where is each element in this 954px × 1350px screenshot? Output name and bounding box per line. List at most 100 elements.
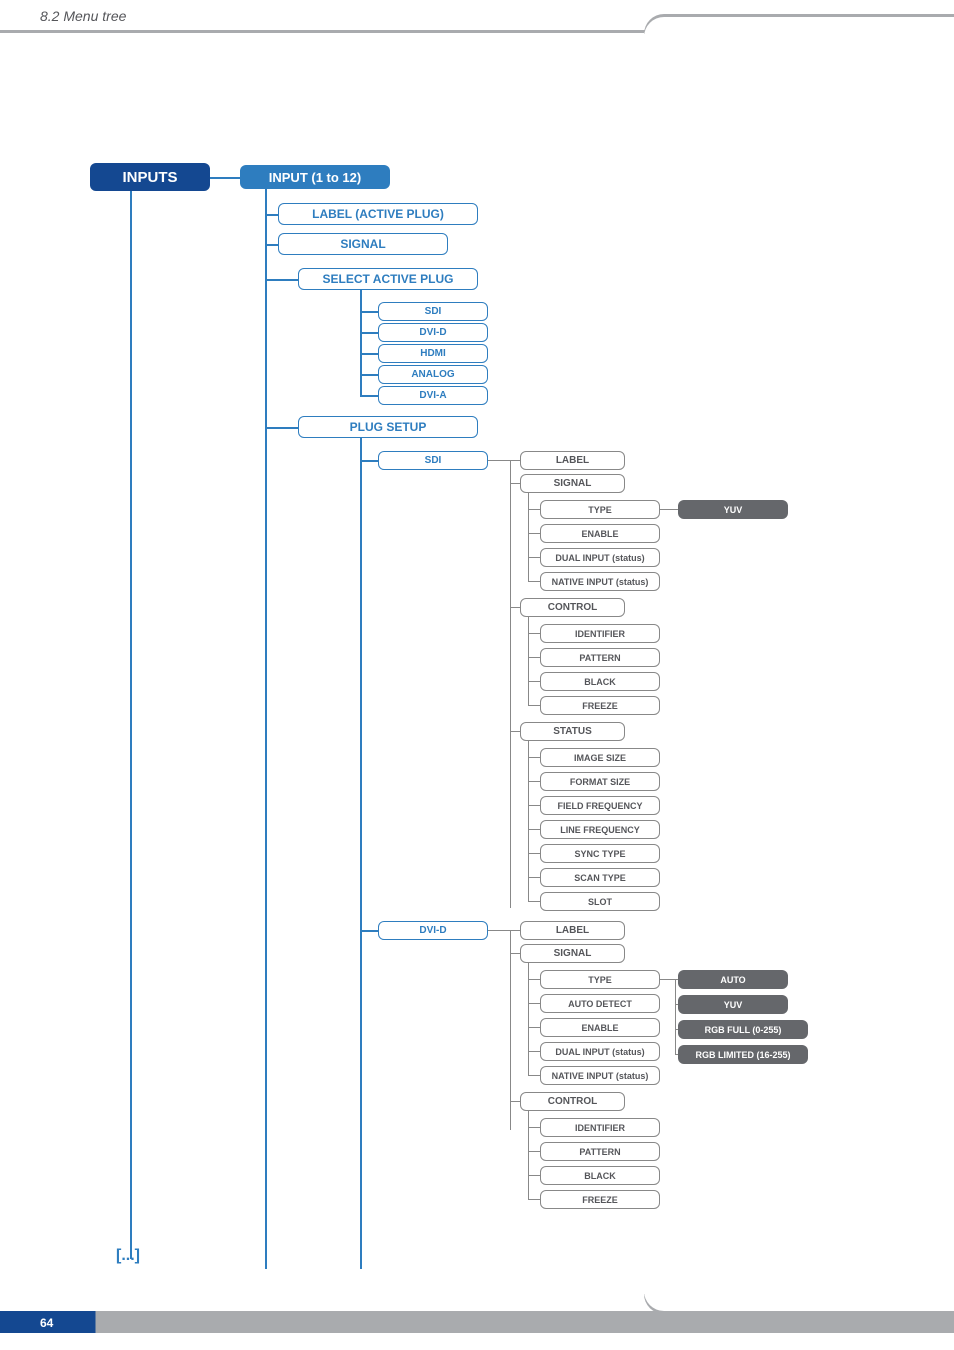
connector (528, 705, 540, 706)
node-sdi-native: NATIVE INPUT (status) (540, 572, 660, 591)
connector (528, 901, 540, 902)
node-sdi-field: FIELD FREQUENCY (540, 796, 660, 815)
connector (360, 332, 378, 334)
connector (528, 657, 540, 658)
connector (528, 1111, 529, 1199)
connector (528, 781, 540, 782)
connector (265, 214, 278, 216)
connector (660, 509, 678, 510)
node-sdi-enable: ENABLE (540, 524, 660, 543)
connector (528, 1051, 540, 1052)
connector (528, 493, 529, 581)
connector (360, 290, 362, 396)
node-sdi-format: FORMAT SIZE (540, 772, 660, 791)
node-sdi-image: IMAGE SIZE (540, 748, 660, 767)
node-dvid-native: NATIVE INPUT (status) (540, 1066, 660, 1085)
connector (510, 483, 520, 484)
connector (130, 191, 132, 1259)
connector (510, 930, 511, 1130)
node-ps-dvid: DVI-D (378, 921, 488, 940)
connector (360, 353, 378, 355)
node-sdi-scan: SCAN TYPE (540, 868, 660, 887)
connector (265, 189, 267, 1269)
connector (510, 731, 520, 732)
connector (265, 427, 298, 429)
node-sdi-signal: SIGNAL (520, 474, 625, 493)
node-plug-setup: PLUG SETUP (298, 416, 478, 438)
connector (510, 930, 520, 931)
node-sdi-sync: SYNC TYPE (540, 844, 660, 863)
node-plug-hdmi: HDMI (378, 344, 488, 363)
connector (510, 1101, 520, 1102)
connector (210, 177, 240, 179)
node-dvid-dual: DUAL INPUT (status) (540, 1042, 660, 1061)
node-sdi-pattern: PATTERN (540, 648, 660, 667)
connector (488, 930, 510, 931)
node-sdi-control: CONTROL (520, 598, 625, 617)
connector (510, 607, 520, 608)
node-dvid-val-rgbfull: RGB FULL (0-255) (678, 1020, 808, 1039)
node-dvid-signal: SIGNAL (520, 944, 625, 963)
connector (675, 979, 676, 1055)
node-dvid-control: CONTROL (520, 1092, 625, 1111)
node-dvid-label: LABEL (520, 921, 625, 940)
connector (528, 805, 540, 806)
node-plug-analog: ANALOG (378, 365, 488, 384)
node-sdi-slot: SLOT (540, 892, 660, 911)
node-dvid-val-yuv: YUV (678, 995, 788, 1014)
connector (528, 1127, 540, 1128)
connector (528, 633, 540, 634)
node-plug-dvia: DVI-A (378, 386, 488, 405)
connector (360, 460, 378, 462)
node-dvid-autodetect: AUTO DETECT (540, 994, 660, 1013)
connector (265, 244, 278, 246)
connector (528, 1003, 540, 1004)
connector (488, 460, 510, 461)
node-sdi-label: LABEL (520, 451, 625, 470)
connector (528, 557, 540, 558)
connector (360, 930, 378, 932)
connector (510, 460, 511, 908)
connector (528, 1027, 540, 1028)
node-sdi-line: LINE FREQUENCY (540, 820, 660, 839)
node-dvid-identifier: IDENTIFIER (540, 1118, 660, 1137)
connector (528, 509, 540, 510)
connector (528, 1199, 540, 1200)
connector (528, 757, 540, 758)
node-sdi-freeze: FREEZE (540, 696, 660, 715)
node-sdi-black: BLACK (540, 672, 660, 691)
node-dvid-enable: ENABLE (540, 1018, 660, 1037)
node-sdi-type-val: YUV (678, 500, 788, 519)
node-sdi-type: TYPE (540, 500, 660, 519)
node-sdi-status: STATUS (520, 722, 625, 741)
node-dvid-val-rgblim: RGB LIMITED (16-255) (678, 1045, 808, 1064)
connector (510, 460, 520, 461)
node-input-range: INPUT (1 to 12) (240, 165, 390, 189)
node-signal: SIGNAL (278, 233, 448, 255)
node-label-active-plug: LABEL (ACTIVE PLUG) (278, 203, 478, 225)
node-dvid-freeze: FREEZE (540, 1190, 660, 1209)
connector (528, 1151, 540, 1152)
node-inputs: INPUTS (90, 163, 210, 191)
node-plug-sdi: SDI (378, 302, 488, 321)
connector (528, 533, 540, 534)
connector (360, 311, 378, 313)
node-dvid-pattern: PATTERN (540, 1142, 660, 1161)
connector (528, 877, 540, 878)
connector (528, 681, 540, 682)
node-plug-dvid: DVI-D (378, 323, 488, 342)
connector (528, 617, 529, 705)
footer-curve (644, 1291, 954, 1311)
node-sdi-dual: DUAL INPUT (status) (540, 548, 660, 567)
connector (528, 853, 540, 854)
connector (528, 829, 540, 830)
node-dvid-black: BLACK (540, 1166, 660, 1185)
menu-tree-diagram: INPUTS [...] INPUT (1 to 12) LABEL (ACTI… (0, 33, 954, 1293)
connector (528, 979, 540, 980)
connector (265, 279, 298, 281)
connector (528, 1175, 540, 1176)
node-dvid-val-auto: AUTO (678, 970, 788, 989)
node-sdi-identifier: IDENTIFIER (540, 624, 660, 643)
connector (360, 374, 378, 376)
page-number: 64 (40, 1316, 53, 1330)
